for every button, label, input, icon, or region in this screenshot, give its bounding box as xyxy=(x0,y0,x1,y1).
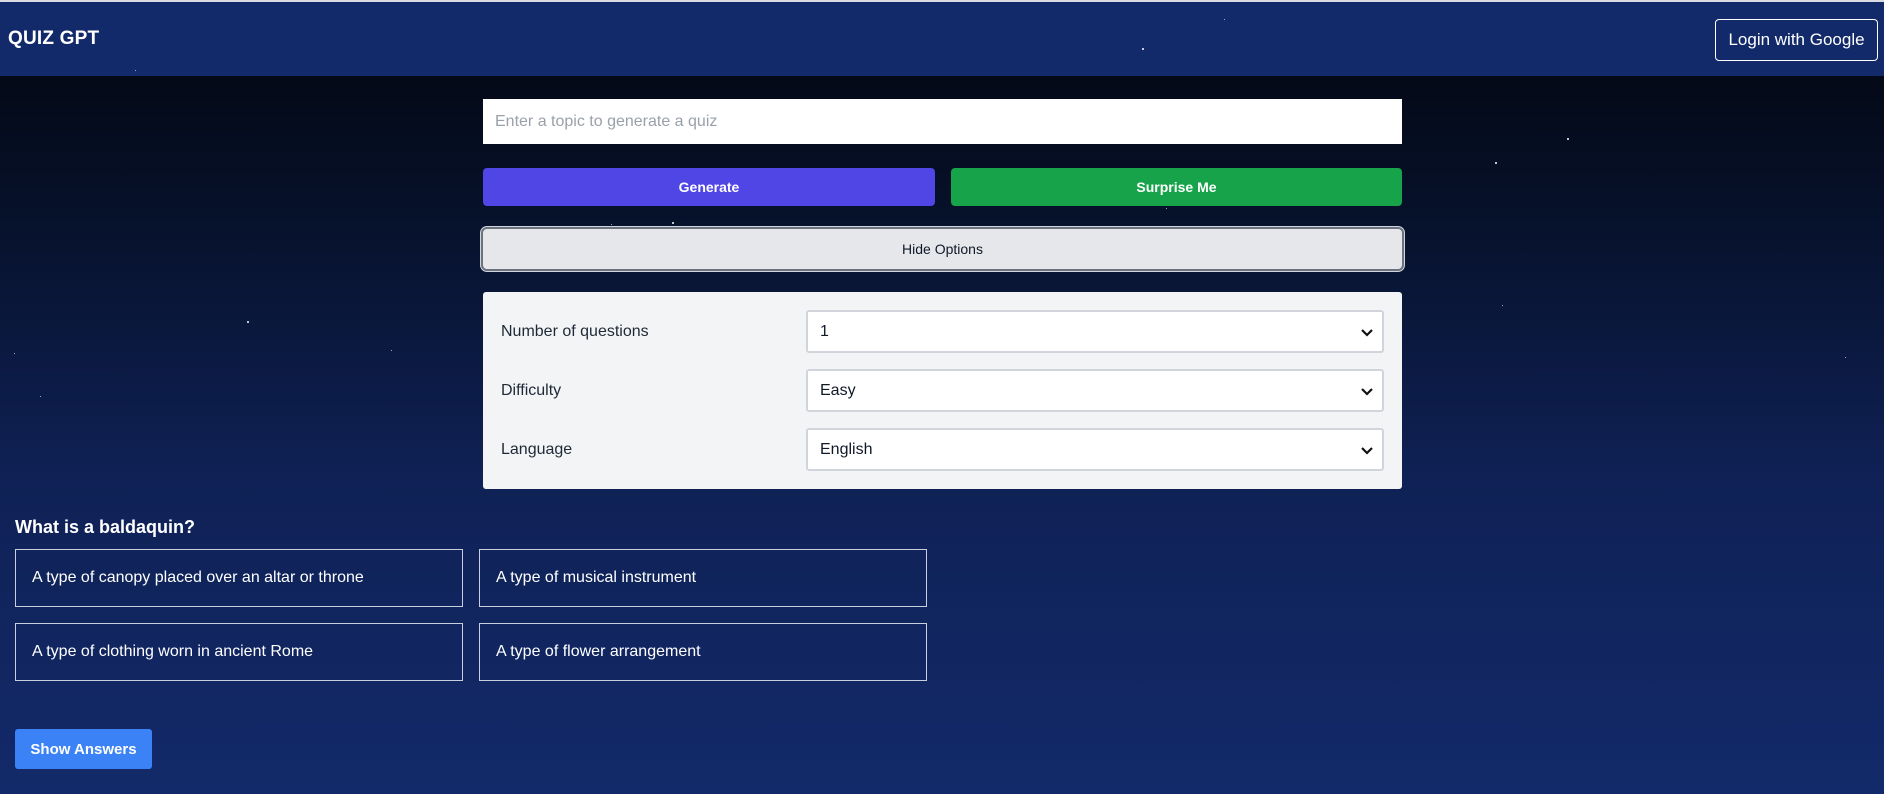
star-decoration xyxy=(1166,208,1167,209)
chevron-down-icon xyxy=(1361,447,1373,455)
star-decoration xyxy=(1502,305,1503,306)
star-decoration xyxy=(14,353,15,354)
star-decoration xyxy=(391,350,392,351)
number-of-questions-value: 1 xyxy=(820,322,829,340)
language-value: English xyxy=(820,440,873,458)
answer-option[interactable]: A type of musical instrument xyxy=(479,549,927,607)
difficulty-select[interactable]: Easy xyxy=(806,369,1384,412)
star-decoration xyxy=(1495,162,1497,164)
star-decoration xyxy=(247,321,249,323)
chevron-down-icon xyxy=(1361,388,1373,396)
quiz-question: What is a baldaquin? xyxy=(15,517,196,537)
answer-option[interactable]: A type of clothing worn in ancient Rome xyxy=(15,623,463,681)
language-select[interactable]: English xyxy=(806,428,1384,471)
star-decoration xyxy=(1845,357,1846,358)
show-answers-button[interactable]: Show Answers xyxy=(15,729,152,769)
star-decoration xyxy=(40,396,41,397)
app-title: QUIZ GPT xyxy=(8,28,100,49)
difficulty-label: Difficulty xyxy=(501,382,562,399)
star-decoration xyxy=(672,222,674,224)
hide-options-button[interactable]: Hide Options xyxy=(481,227,1404,271)
answer-option[interactable]: A type of flower arrangement xyxy=(479,623,927,681)
generate-button[interactable]: Generate xyxy=(483,168,935,206)
login-with-google-button[interactable]: Login with Google xyxy=(1715,19,1878,61)
surprise-me-button[interactable]: Surprise Me xyxy=(951,168,1402,206)
answer-option[interactable]: A type of canopy placed over an altar or… xyxy=(15,549,463,607)
quiz-options-panel: Number of questions 1 Difficulty Easy La… xyxy=(483,292,1402,489)
difficulty-value: Easy xyxy=(820,381,856,399)
number-of-questions-select[interactable]: 1 xyxy=(806,310,1384,353)
star-decoration xyxy=(1224,19,1225,20)
star-decoration xyxy=(1142,48,1144,50)
star-decoration xyxy=(611,224,612,225)
language-label: Language xyxy=(501,441,573,458)
app-header: QUIZ GPT Login with Google xyxy=(0,2,1884,76)
star-decoration xyxy=(1567,138,1569,140)
star-decoration xyxy=(135,70,136,71)
chevron-down-icon xyxy=(1361,329,1373,337)
topic-input[interactable] xyxy=(483,99,1402,144)
number-of-questions-label: Number of questions xyxy=(501,323,649,340)
